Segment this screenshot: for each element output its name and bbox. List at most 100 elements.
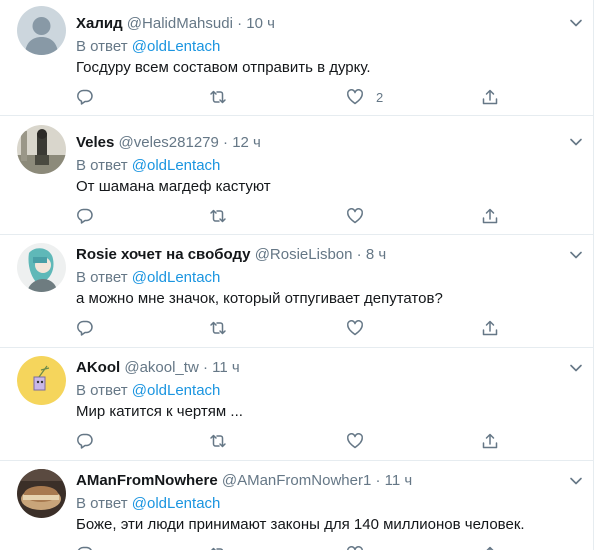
reply-mention-link[interactable]: @oldLentach bbox=[132, 269, 221, 286]
retweet-button[interactable] bbox=[209, 431, 239, 451]
timestamp[interactable]: 12 ч bbox=[232, 134, 261, 151]
display-name[interactable]: Veles bbox=[76, 134, 114, 151]
retweet-button[interactable] bbox=[209, 544, 239, 550]
timestamp[interactable]: 11 ч bbox=[212, 359, 240, 376]
user-handle[interactable]: @veles281279 bbox=[119, 134, 219, 151]
user-handle[interactable]: @RosieLisbon bbox=[255, 246, 353, 263]
reply-button[interactable] bbox=[76, 431, 106, 451]
more-options-caret-icon[interactable] bbox=[567, 246, 585, 264]
tweet-actions bbox=[76, 544, 516, 550]
tweet[interactable]: Rosie хочет на свободу @RosieLisbon · 8 … bbox=[0, 235, 594, 348]
heart-icon bbox=[346, 208, 364, 224]
like-button[interactable]: 2 bbox=[346, 87, 383, 107]
like-button[interactable] bbox=[346, 206, 376, 226]
reply-button[interactable] bbox=[76, 87, 106, 107]
share-button[interactable] bbox=[481, 87, 499, 107]
display-name[interactable]: Халид bbox=[76, 15, 123, 32]
separator-dot: · bbox=[202, 359, 208, 376]
reply-button[interactable] bbox=[76, 318, 106, 338]
tweet[interactable]: Veles @veles281279 · 12 ч В ответ @oldLe… bbox=[0, 116, 594, 235]
reply-icon bbox=[77, 433, 93, 449]
reply-icon bbox=[77, 546, 92, 550]
reply-icon bbox=[77, 89, 93, 105]
reply-context: В ответ @oldLentach bbox=[76, 156, 220, 176]
share-icon bbox=[482, 208, 498, 224]
like-button[interactable] bbox=[346, 431, 376, 451]
tweet-text: Госдуру всем составом отправить в дурку. bbox=[76, 59, 371, 76]
avatar[interactable] bbox=[17, 6, 66, 55]
retweet-icon bbox=[210, 434, 226, 448]
timestamp[interactable]: 8 ч bbox=[366, 246, 386, 263]
tweet-actions bbox=[76, 431, 516, 451]
reply-icon bbox=[77, 320, 93, 336]
tweet-header: AKool @akool_tw · 11 ч bbox=[76, 358, 240, 378]
tweet-text: Боже, эти люди принимают законы для 140 … bbox=[76, 516, 525, 533]
user-handle[interactable]: @HalidMahsudi bbox=[127, 15, 233, 32]
retweet-icon bbox=[210, 547, 223, 550]
separator-dot: · bbox=[375, 472, 381, 489]
reply-prefix: В ответ bbox=[76, 38, 128, 55]
reply-mention-link[interactable]: @oldLentach bbox=[132, 38, 221, 55]
reply-context: В ответ @oldLentach bbox=[76, 37, 220, 57]
more-options-caret-icon[interactable] bbox=[567, 133, 585, 151]
heart-icon bbox=[346, 546, 364, 550]
food-avatar-icon bbox=[17, 469, 66, 518]
user-handle[interactable]: @AManFromNowher1 bbox=[222, 472, 371, 489]
like-button[interactable] bbox=[346, 544, 376, 550]
reply-mention-link[interactable]: @oldLentach bbox=[132, 382, 221, 399]
avatar[interactable] bbox=[17, 243, 66, 292]
retweet-button[interactable] bbox=[209, 318, 239, 338]
more-options-caret-icon[interactable] bbox=[567, 14, 585, 32]
tweet-actions bbox=[76, 206, 516, 226]
display-name[interactable]: Rosie хочет на свободу bbox=[76, 246, 251, 263]
more-options-caret-icon[interactable] bbox=[567, 472, 585, 490]
like-button[interactable] bbox=[346, 318, 376, 338]
avatar[interactable] bbox=[17, 356, 66, 405]
user-handle[interactable]: @akool_tw bbox=[124, 359, 198, 376]
reply-mention-link[interactable]: @oldLentach bbox=[132, 157, 221, 174]
reply-icon bbox=[77, 208, 93, 224]
share-icon bbox=[486, 546, 494, 550]
tweet-actions bbox=[76, 318, 516, 338]
more-options-caret-icon[interactable] bbox=[567, 359, 585, 377]
timestamp[interactable]: 11 ч bbox=[385, 472, 413, 489]
like-count: 2 bbox=[376, 89, 384, 105]
reply-prefix: В ответ bbox=[76, 157, 128, 174]
share-icon bbox=[482, 320, 498, 336]
share-icon bbox=[482, 89, 498, 105]
share-button[interactable] bbox=[481, 318, 499, 338]
heart-icon bbox=[346, 433, 364, 449]
reply-button[interactable] bbox=[76, 544, 106, 550]
drawing-avatar-icon bbox=[17, 243, 66, 292]
tweet-header: AManFromNowhere @AManFromNowher1 · 11 ч bbox=[76, 471, 412, 491]
photo-avatar-icon bbox=[17, 125, 66, 174]
tweet[interactable]: AManFromNowhere @AManFromNowher1 · 11 ч … bbox=[0, 461, 594, 550]
tweet-actions: 2 bbox=[76, 87, 516, 107]
reply-context: В ответ @oldLentach bbox=[76, 494, 220, 514]
tweet[interactable]: AKool @akool_tw · 11 ч В ответ @oldLenta… bbox=[0, 348, 594, 461]
tweet[interactable]: Халид @HalidMahsudi · 10 ч В ответ @oldL… bbox=[0, 0, 594, 116]
share-button[interactable] bbox=[481, 206, 499, 226]
retweet-icon bbox=[210, 321, 226, 335]
separator-dot: · bbox=[356, 246, 362, 263]
tweet-header: Veles @veles281279 · 12 ч bbox=[76, 133, 261, 153]
display-name[interactable]: AManFromNowhere bbox=[76, 472, 218, 489]
share-icon bbox=[482, 433, 498, 449]
retweet-button[interactable] bbox=[209, 206, 239, 226]
retweet-icon bbox=[210, 209, 226, 223]
reply-button[interactable] bbox=[76, 206, 106, 226]
tweet-text: а можно мне значок, который отпугивает д… bbox=[76, 290, 443, 307]
tweet-text: Мир катится к чертям ... bbox=[76, 403, 243, 420]
reply-mention-link[interactable]: @oldLentach bbox=[132, 495, 221, 512]
share-button[interactable] bbox=[481, 544, 499, 550]
share-button[interactable] bbox=[481, 431, 499, 451]
default-avatar-icon bbox=[17, 6, 66, 55]
timestamp[interactable]: 10 ч bbox=[246, 15, 275, 32]
reply-prefix: В ответ bbox=[76, 382, 128, 399]
retweet-button[interactable] bbox=[209, 87, 239, 107]
avatar[interactable] bbox=[17, 469, 66, 518]
avatar[interactable] bbox=[17, 125, 66, 174]
reply-prefix: В ответ bbox=[76, 495, 128, 512]
retweet-icon bbox=[210, 90, 226, 104]
display-name[interactable]: AKool bbox=[76, 359, 120, 376]
